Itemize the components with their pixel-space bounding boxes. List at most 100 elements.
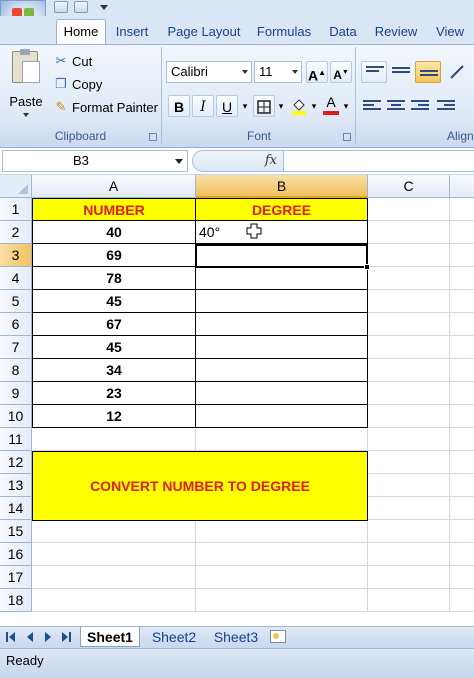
align-top-button[interactable] <box>361 61 387 83</box>
cell-d6[interactable] <box>450 313 474 336</box>
row-header-5[interactable]: 5 <box>0 290 32 313</box>
tab-data[interactable]: Data <box>324 20 362 44</box>
row-header-9[interactable]: 9 <box>0 382 32 405</box>
last-sheet-icon[interactable] <box>62 632 68 642</box>
select-all-button[interactable] <box>0 175 32 198</box>
cell-a11[interactable] <box>32 428 196 451</box>
cell-d4[interactable] <box>450 267 474 290</box>
fill-handle[interactable] <box>364 264 370 270</box>
column-header-d[interactable] <box>450 175 474 198</box>
cell-c12[interactable] <box>368 451 450 474</box>
cell-b7[interactable] <box>196 336 368 359</box>
formula-input[interactable] <box>284 150 474 172</box>
cell-d18[interactable] <box>450 589 474 612</box>
chevron-down-icon[interactable]: ▾ <box>342 95 350 117</box>
cell-d2[interactable] <box>450 221 474 244</box>
row-header-14[interactable]: 14 <box>0 497 32 520</box>
align-center-button[interactable] <box>385 95 407 117</box>
next-sheet-icon[interactable] <box>45 632 51 642</box>
cell-b8[interactable] <box>196 359 368 382</box>
underline-button[interactable]: U <box>216 95 238 117</box>
cell-c4[interactable] <box>368 267 450 290</box>
cell-d7[interactable] <box>450 336 474 359</box>
chevron-down-icon[interactable]: ▾ <box>310 95 318 117</box>
row-header-7[interactable]: 7 <box>0 336 32 359</box>
dialog-launcher-icon[interactable] <box>149 133 157 141</box>
cell-c10[interactable] <box>368 405 450 428</box>
cell-c17[interactable] <box>368 566 450 589</box>
cell-c11[interactable] <box>368 428 450 451</box>
cell-d13[interactable] <box>450 474 474 497</box>
tab-review[interactable]: Review <box>368 20 424 44</box>
fill-color-button[interactable] <box>288 95 310 117</box>
cell-d12[interactable] <box>450 451 474 474</box>
align-middle-button[interactable] <box>389 61 413 83</box>
tab-page-layout[interactable]: Page Layout <box>162 20 246 44</box>
font-name-select[interactable]: Calibri <box>166 61 252 83</box>
chevron-down-icon[interactable]: ▾ <box>240 95 250 117</box>
insert-function-button[interactable]: fx <box>265 153 277 168</box>
align-left-button[interactable] <box>361 95 383 117</box>
customize-toolbar-icon[interactable] <box>100 4 108 10</box>
cell-b9[interactable] <box>196 382 368 405</box>
cell-d1[interactable] <box>450 198 474 221</box>
first-sheet-icon[interactable] <box>9 632 15 642</box>
cell-b15[interactable] <box>196 520 368 543</box>
cell-a16[interactable] <box>32 543 196 566</box>
cell-a1[interactable]: NUMBER <box>32 198 196 221</box>
tab-home[interactable]: Home <box>56 19 106 45</box>
cell-a4[interactable]: 78 <box>32 267 196 290</box>
copy-button[interactable]: ❐ Copy <box>54 74 102 94</box>
row-header-1[interactable]: 1 <box>0 198 32 221</box>
cell-a3[interactable]: 69 <box>32 244 196 267</box>
cell-c7[interactable] <box>368 336 450 359</box>
active-cell-b3[interactable] <box>195 244 368 268</box>
grow-font-button[interactable]: A▲ <box>306 61 328 84</box>
format-painter-button[interactable]: ✎ Format Painter <box>54 97 158 117</box>
cut-button[interactable]: ✂ Cut <box>54 51 93 71</box>
borders-button[interactable] <box>253 95 275 117</box>
align-right-button[interactable] <box>409 95 431 117</box>
cell-c6[interactable] <box>368 313 450 336</box>
cell-c14[interactable] <box>368 497 450 520</box>
cell-a18[interactable] <box>32 589 196 612</box>
orientation-button[interactable] <box>445 61 469 83</box>
tab-formulas[interactable]: Formulas <box>252 20 316 44</box>
italic-button[interactable]: I <box>192 95 214 117</box>
previous-sheet-icon[interactable] <box>27 632 33 642</box>
cell-d8[interactable] <box>450 359 474 382</box>
cell-c3[interactable] <box>368 244 450 267</box>
cell-b6[interactable] <box>196 313 368 336</box>
cell-b10[interactable] <box>196 405 368 428</box>
cell-c5[interactable] <box>368 290 450 313</box>
cell-a10[interactable]: 12 <box>32 405 196 428</box>
row-header-11[interactable]: 11 <box>0 428 32 451</box>
save-icon[interactable] <box>54 1 68 13</box>
cell-a7[interactable]: 45 <box>32 336 196 359</box>
row-header-8[interactable]: 8 <box>0 359 32 382</box>
cell-b16[interactable] <box>196 543 368 566</box>
insert-sheet-icon[interactable] <box>270 630 286 643</box>
cell-a8[interactable]: 34 <box>32 359 196 382</box>
cell-c16[interactable] <box>368 543 450 566</box>
column-header-c[interactable]: C <box>368 175 450 198</box>
paste-button[interactable]: Paste <box>4 49 48 121</box>
cell-c2[interactable] <box>368 221 450 244</box>
cell-a5[interactable]: 45 <box>32 290 196 313</box>
cell-d17[interactable] <box>450 566 474 589</box>
dialog-launcher-icon[interactable] <box>343 133 351 141</box>
cell-b11[interactable] <box>196 428 368 451</box>
cell-c9[interactable] <box>368 382 450 405</box>
cell-c18[interactable] <box>368 589 450 612</box>
cell-b17[interactable] <box>196 566 368 589</box>
cell-a2[interactable]: 40 <box>32 221 196 244</box>
cell-d14[interactable] <box>450 497 474 520</box>
row-header-6[interactable]: 6 <box>0 313 32 336</box>
cell-a6[interactable]: 67 <box>32 313 196 336</box>
banner-merged-cell[interactable]: CONVERT NUMBER TO DEGREE <box>32 451 368 521</box>
cell-a15[interactable] <box>32 520 196 543</box>
cell-b18[interactable] <box>196 589 368 612</box>
cell-d16[interactable] <box>450 543 474 566</box>
font-size-select[interactable]: 11 <box>254 61 302 83</box>
cell-b4[interactable] <box>196 267 368 290</box>
